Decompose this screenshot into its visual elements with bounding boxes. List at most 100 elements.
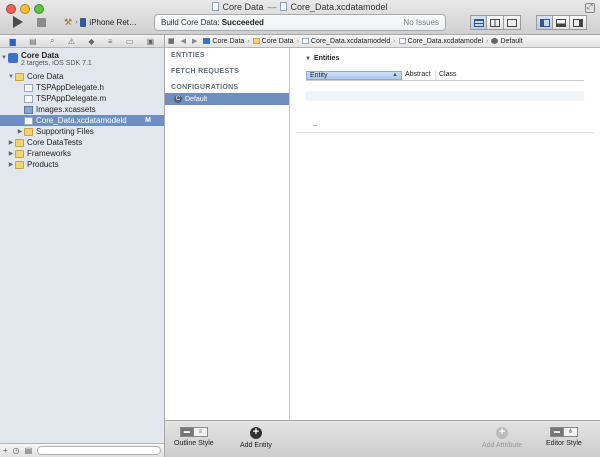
breadcrumb-configuration[interactable]: Default [488,38,525,45]
disclosure-open-icon[interactable]: ▼ [0,55,8,61]
entities-section-title[interactable]: ▼ Entities [305,55,339,62]
navigator-item[interactable]: TSPAppDelegate.m [0,93,164,104]
table-style-icon[interactable]: ▬ [549,427,564,437]
disclosure-closed-icon[interactable]: ▶ [7,139,15,146]
activity-viewer: Build Core Data: Succeeded No Issues [154,14,446,31]
section-divider [296,132,594,133]
navigator-item-label: Supporting Files [36,127,94,136]
log-icon[interactable]: ▣ [147,37,155,46]
crumb-label: Core_Data.xcdatamodeld [310,37,391,45]
configurations-section-header[interactable]: CONFIGURATIONS [165,84,289,91]
breadcrumb-project[interactable]: Core Data [200,38,247,45]
editor-style-segmented[interactable]: ▬ ⋔ [549,427,578,437]
entity-column-header[interactable]: Entity ▲ [306,71,402,80]
navigator-item-label: Core Data [27,72,64,81]
navigator-item-label: Images.xcassets [36,105,96,114]
entities-section-header[interactable]: ENTITIES [165,52,289,59]
navigator-item[interactable]: ▼ Core Data [0,71,164,82]
file-tree: ▼ Core Data 2 targets, iOS SDK 7.1 ▼ Core… [0,48,164,170]
navigator-item[interactable]: ▶ Products [0,159,164,170]
navigator-item[interactable]: ▶ Frameworks [0,148,164,159]
navigator-item-label: TSPAppDelegate.m [36,94,107,103]
warning-icon[interactable]: ⚠ [68,37,75,46]
class-column-header[interactable]: Class [436,71,584,80]
back-arrow-icon[interactable]: ◀ [178,37,189,45]
navigator-item[interactable]: ▶ Core DataTests [0,137,164,148]
iphone-icon [80,18,87,27]
sort-ascending-icon: ▲ [392,72,398,78]
toggle-debug-area-button[interactable] [553,15,570,30]
breakpoint-icon[interactable]: ▭ [126,37,134,46]
disclosure-closed-icon[interactable]: ▶ [7,150,15,157]
navigator-item[interactable]: TSPAppDelegate.h [0,82,164,93]
remove-entity-button[interactable]: – [306,121,584,130]
breadcrumb-model[interactable]: Core_Data.xcdatamodel [396,38,487,45]
configuration-crumb-icon [491,38,499,44]
outline-list-icon[interactable]: ▬ [179,427,194,437]
toggle-navigator-button[interactable] [536,15,553,30]
outline-hierarchy-icon[interactable]: ≡ [193,427,208,437]
entities-title-label: Entities [313,55,340,62]
file-crumb-icon [301,38,309,44]
assistant-editor-button[interactable] [487,15,504,30]
fullscreen-icon[interactable]: ⤢ [585,3,595,13]
navigator-item-label: Frameworks [27,149,72,158]
navigator-item[interactable]: Core_Data.xcdatamodeld M [0,115,164,126]
configuration-label: Default [185,95,208,103]
debug-pane-icon [556,18,566,27]
disclosure-closed-icon[interactable]: ▶ [7,161,15,168]
project-row[interactable]: ▼ Core Data 2 targets, iOS SDK 7.1 [0,51,164,71]
configuration-icon: C [174,95,182,103]
breadcrumb-modeld[interactable]: Core_Data.xcdatamodeld [299,38,393,45]
table-row[interactable] [306,91,584,101]
table-row[interactable] [306,101,584,111]
navigator-pane-icon [539,18,550,27]
file-crumb-icon [398,38,406,44]
project-doc-icon [212,2,220,11]
folder-icon[interactable]: ▆ [10,37,16,46]
navigator-item[interactable]: Images.xcassets [0,104,164,115]
title-project: Core Data [222,2,264,12]
add-attribute-button[interactable]: + Add Attribute [482,427,522,450]
toggle-utilities-button[interactable] [570,15,587,30]
related-items-icon[interactable]: ▦ [165,37,178,45]
folder-icon [15,160,24,169]
table-row[interactable] [306,81,584,91]
run-button[interactable] [13,16,23,28]
folder-icon [24,127,33,136]
xcode-project-icon [8,53,18,63]
standard-editor-button[interactable] [470,15,487,30]
graph-style-icon[interactable]: ⋔ [563,427,578,437]
configuration-default-row[interactable]: C Default [165,93,289,105]
version-editor-button[interactable] [504,15,521,30]
navigator-item[interactable]: ▶ Supporting Files [0,126,164,137]
test-icon[interactable]: ◆ [88,37,94,46]
add-entity-button[interactable]: + Add Entity [240,427,272,450]
fetch-requests-section-header[interactable]: FETCH REQUESTS [165,68,289,75]
project-name: Core Data [21,51,59,60]
disclosure-open-icon: ▼ [305,56,311,62]
stop-button[interactable] [37,18,46,27]
recent-files-icon[interactable]: ◷ [13,446,20,455]
model-doc-icon [280,2,288,11]
add-icon[interactable]: + [3,446,8,455]
disclosure-open-icon[interactable]: ▼ [7,74,15,80]
assets-icon [24,105,33,114]
folder-crumb-icon [252,38,260,44]
scm-status-badge: M [145,117,151,124]
abstract-column-header[interactable]: Abstract [402,71,436,80]
project-subtitle: 2 targets, iOS SDK 7.1 [21,60,92,67]
breadcrumb-group[interactable]: Core Data [250,38,297,45]
forward-arrow-icon[interactable]: ▶ [189,37,200,45]
window-toolbar: Core Data — Core_Data.xcdatamodel ⤢ ⚒ › iP… [0,0,600,35]
disclosure-closed-icon[interactable]: ▶ [16,128,24,135]
scheme-device-label: iPhone Ret… [89,18,138,27]
outline-style-segmented[interactable]: ▬ ≡ [179,427,208,437]
scm-filter-icon[interactable]: ▤ [25,446,33,455]
project-navigator: ▆ ▤ ⌕ ⚠ ◆ ≡ ▭ ▣ ▼ Core Data 2 targets, i… [0,35,165,457]
symbol-icon[interactable]: ▤ [29,37,37,46]
filter-input[interactable] [37,446,161,455]
debug-icon[interactable]: ≡ [108,37,113,46]
search-icon[interactable]: ⌕ [50,36,54,46]
scheme-selector[interactable]: ⚒ › iPhone Ret… [64,16,137,29]
